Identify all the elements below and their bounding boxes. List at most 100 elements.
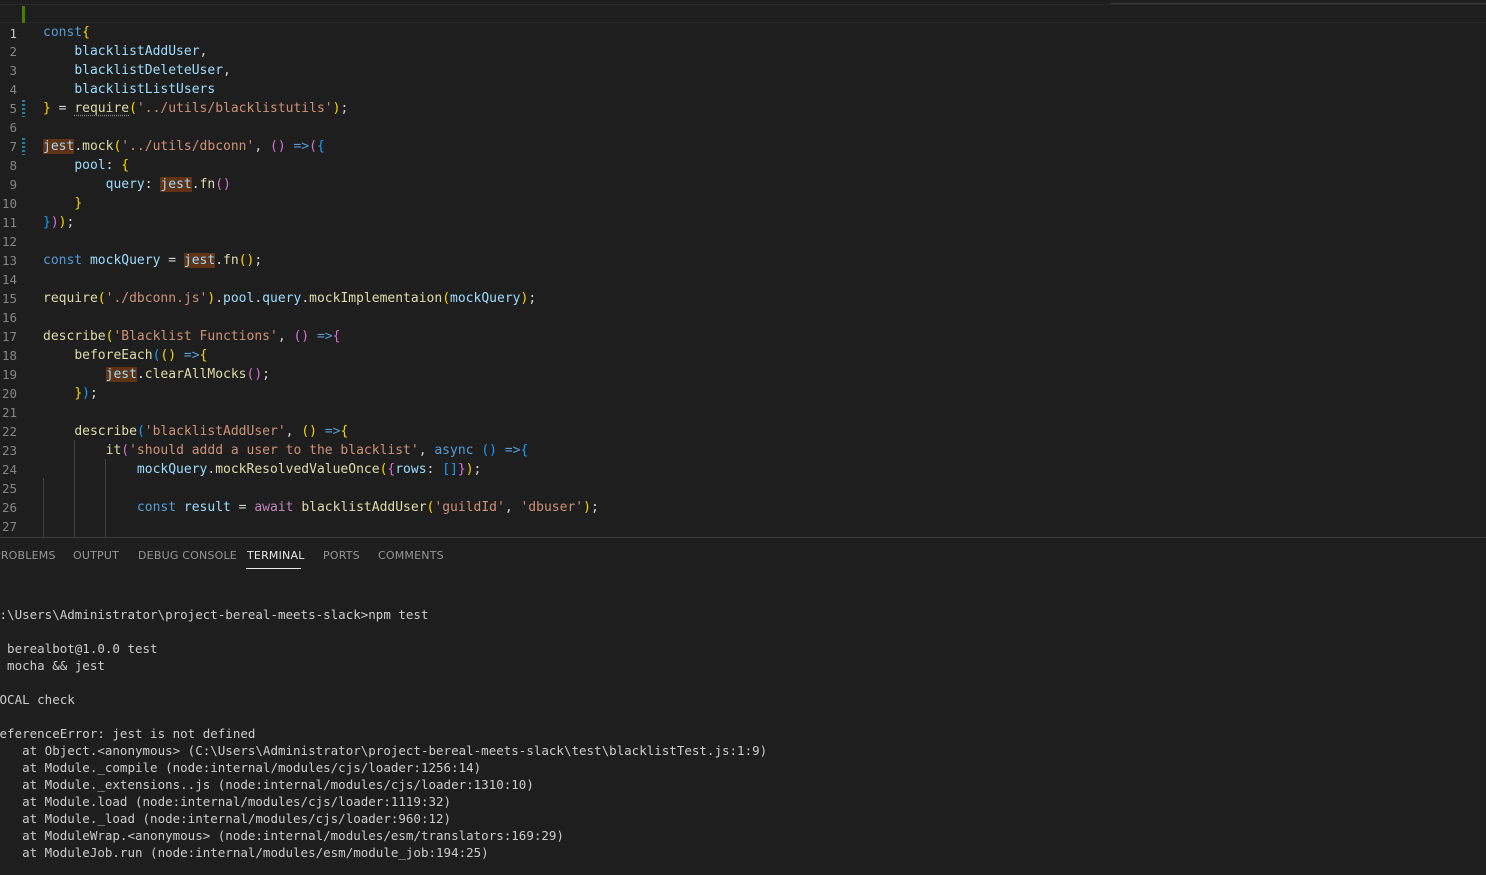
paren: () [270, 139, 286, 154]
paren: ) [465, 462, 474, 477]
code-line-8[interactable]: 8 jest.mock('../utils/dbconn', () =>({ [0, 137, 1486, 173]
identifier: result [183, 500, 231, 515]
paren: ( [309, 139, 317, 154]
paren: () [481, 443, 497, 458]
code-line-19[interactable]: 19 beforeEach(() =>{ [0, 346, 1486, 382]
function-call: fn [199, 177, 216, 192]
brace: } [43, 215, 51, 230]
keyword-const: const [43, 253, 83, 268]
code-line-17[interactable]: 17 [0, 308, 1486, 344]
punctuation: ; [473, 462, 482, 477]
terminal-line: C:\Users\Administrator\project-bereal-me… [0, 607, 429, 622]
terminal-line: > berealbot@1.0.0 test [0, 641, 158, 656]
code-line-18[interactable]: 18 describe('Blacklist Functions', () =>… [0, 327, 1486, 363]
punctuation: . [191, 177, 200, 192]
identifier-jest: jest [43, 139, 75, 154]
punctuation: , [418, 443, 435, 458]
code-line-12[interactable]: 12 })); [0, 213, 1486, 249]
code-line-5[interactable]: 5 blacklistListUsers [0, 80, 1486, 116]
function-call: clearAllMocks [144, 367, 247, 382]
punctuation: ; [262, 367, 270, 382]
arrow-operator: => [496, 443, 521, 458]
brace: } [74, 196, 83, 211]
code-line-25[interactable]: 25 mockQuery.mockResolvedValueOnce({rows… [0, 460, 1486, 496]
function-call: describe [43, 329, 106, 344]
paren: () [246, 367, 263, 382]
brace: } [74, 386, 83, 401]
punctuation: . [254, 291, 263, 306]
function-call: describe [74, 424, 137, 439]
active-tab-indicator [246, 568, 301, 569]
code-line-20[interactable]: 20 jest.clearAllMocks(); [0, 365, 1486, 401]
punctuation: , [223, 63, 231, 78]
code-line-13[interactable]: 13 [0, 232, 1486, 268]
function-call: fn [223, 253, 239, 268]
punctuation: ; [66, 215, 75, 230]
code-line-7[interactable]: 7 [0, 118, 1486, 154]
stack-trace-line: at ModuleWrap.<anonymous> (node:internal… [0, 828, 564, 843]
code-line-9[interactable]: 9 pool: { [0, 156, 1486, 192]
code-line-1[interactable]: 1 [0, 4, 1486, 41]
punctuation: . [136, 367, 145, 382]
brace: { [82, 25, 90, 40]
punctuation: , [254, 139, 270, 154]
identifier: blacklistDeleteUser [74, 63, 224, 78]
punctuation: ; [89, 386, 98, 401]
function-call: mockResolvedValueOnce [215, 462, 380, 477]
punctuation: : [144, 177, 161, 192]
string-literal: 'blacklistAddUser' [144, 424, 286, 439]
punctuation: . [74, 139, 83, 154]
tab-comments[interactable]: COMMENTS [378, 549, 444, 562]
code-line-10[interactable]: 10 query: jest.fn() [0, 175, 1486, 211]
paren: ) [583, 500, 591, 515]
function-call: require [74, 101, 130, 116]
code-line-27[interactable]: 27 const result = await blacklistAddUser… [0, 498, 1486, 534]
paren: () [293, 329, 310, 344]
code-line-21[interactable]: 21 }); [0, 384, 1486, 420]
identifier-jest: jest [105, 367, 137, 382]
brace: { [316, 139, 325, 154]
function-call: mockImplementaion [309, 291, 443, 306]
identifier: mockQuery [89, 253, 161, 268]
code-line-3[interactable]: 3 blacklistAddUser, [0, 42, 1486, 78]
code-line-16[interactable]: 16 require('./dbconn.js').pool.query.moc… [0, 289, 1486, 325]
function-call: it [105, 443, 122, 458]
code-line-24[interactable]: 24 it('should addd a user to the blackli… [0, 441, 1486, 477]
arrow-operator: => [309, 329, 333, 344]
string-literal: 'guildId' [434, 500, 505, 515]
code-line-4[interactable]: 4 blacklistDeleteUser, [0, 61, 1486, 97]
code-line-6[interactable]: 6 } = require('../utils/blacklistutils')… [0, 99, 1486, 135]
stack-trace-line: at Module._extensions..js (node:internal… [0, 777, 534, 792]
identifier: blacklistListUsers [74, 82, 216, 97]
tab-output[interactable]: OUTPUT [73, 549, 119, 562]
code-line-23[interactable]: 23 describe('blacklistAddUser', () =>{ [0, 422, 1486, 458]
code-line-26[interactable]: 26 [0, 479, 1486, 515]
code-line-22[interactable]: 22 [0, 403, 1486, 439]
terminal-line: LOCAL check [0, 692, 75, 707]
string-literal: '../utils/blacklistutils' [136, 101, 333, 116]
code-line-11[interactable]: 11 } [0, 194, 1486, 230]
vscode-window: 1 2 const{ 3 blacklistAddUser, 4 blackli… [0, 0, 1486, 875]
stack-trace-line: at Object.<anonymous> (C:\Users\Administ… [0, 743, 768, 758]
paren: () [160, 348, 177, 363]
stack-trace-line: at Module._compile (node:internal/module… [0, 760, 482, 775]
code-editor[interactable]: 1 2 const{ 3 blacklistAddUser, 4 blackli… [0, 0, 1486, 537]
git-added-marker [22, 6, 25, 23]
code-line-28[interactable]: 28 [0, 517, 1486, 536]
identifier: mockQuery [136, 462, 208, 477]
paren: ( [442, 291, 451, 306]
operator: = [50, 101, 75, 116]
tab-ports[interactable]: PORTS [323, 549, 360, 562]
punctuation: : [105, 158, 122, 173]
punctuation: . [301, 291, 310, 306]
code-line-15[interactable]: 15 [0, 270, 1486, 306]
code-line-2[interactable]: 2 const{ [0, 23, 1486, 59]
tab-debug-console[interactable]: DEBUG CONSOLE [138, 549, 237, 562]
code-line-14[interactable]: 14 const mockQuery = jest.fn(); [0, 251, 1486, 287]
function-call: beforeEach [74, 348, 153, 363]
paren: ( [129, 101, 137, 116]
string-literal: './dbconn.js' [105, 291, 208, 306]
tab-problems[interactable]: PROBLEMS [0, 549, 56, 562]
function-call: mock [82, 139, 114, 154]
tab-terminal[interactable]: TERMINAL [247, 549, 305, 562]
